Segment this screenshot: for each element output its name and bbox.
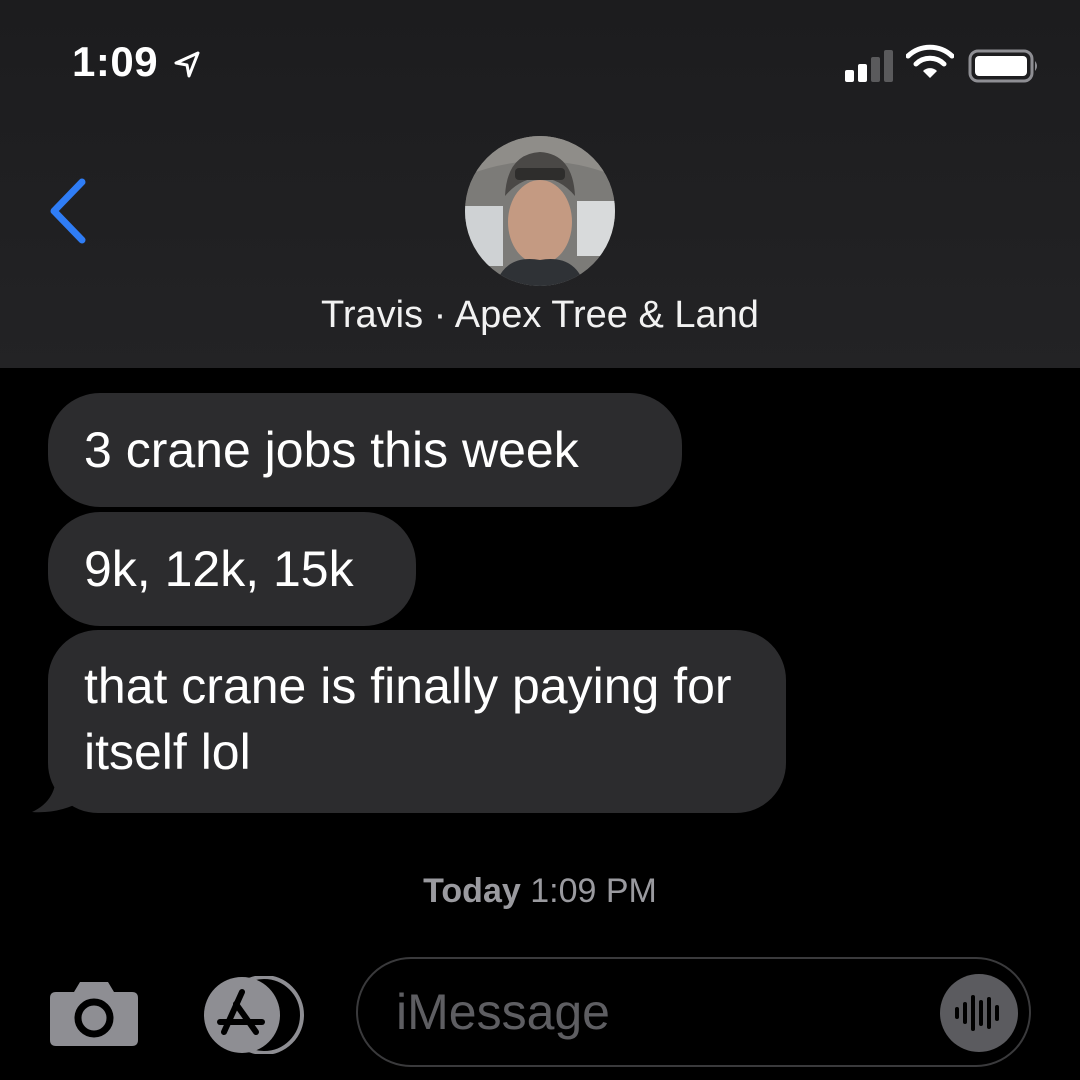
- conversation-header: 1:09 Travis · Apex Tree & Land: [0, 0, 1080, 368]
- battery-icon: [968, 49, 1037, 83]
- app-store-icon[interactable]: [202, 976, 312, 1054]
- bubble-tail: [32, 770, 84, 813]
- message-timestamp: Today 1:09 PM: [0, 872, 1080, 911]
- timestamp-time: 1:09 PM: [530, 872, 657, 910]
- message-bubble[interactable]: 3 crane jobs this week: [48, 393, 682, 507]
- signal-icon: [845, 50, 893, 82]
- avatar[interactable]: [465, 136, 615, 286]
- status-time: 1:09: [72, 38, 159, 85]
- wifi-icon: [906, 44, 954, 78]
- contact-name[interactable]: Travis · Apex Tree & Land: [0, 294, 1080, 337]
- message-input-placeholder: iMessage: [396, 984, 610, 1040]
- camera-icon[interactable]: [48, 976, 140, 1048]
- audio-waveform-icon: [955, 995, 999, 1031]
- message-bubble[interactable]: 9k, 12k, 15k: [48, 512, 416, 626]
- chevron-left-icon[interactable]: [44, 176, 94, 246]
- avatar-photo: [465, 136, 615, 286]
- message-bubble[interactable]: that crane is finally paying for itself …: [48, 630, 786, 813]
- audio-record-button[interactable]: [940, 974, 1018, 1052]
- message-input[interactable]: iMessage: [356, 957, 1031, 1067]
- timestamp-day: Today: [423, 872, 521, 910]
- location-arrow-icon: [174, 51, 200, 78]
